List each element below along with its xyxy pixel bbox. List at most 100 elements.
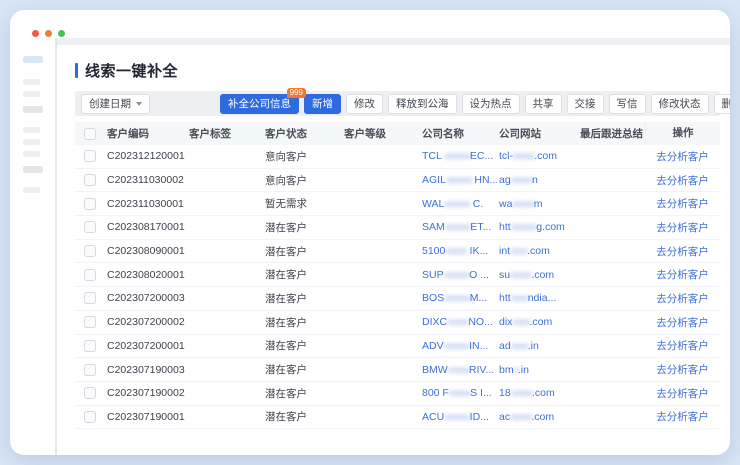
toolbar-button[interactable]: 共享 [525,94,562,114]
company-name-link[interactable]: BOSxxxxxxM... [420,292,497,304]
website-redacted: x [514,364,518,376]
complete-company-info-button[interactable]: 补全公司信息 999 [220,94,299,114]
row-checkbox[interactable] [84,364,96,376]
table-row: C202312120001 意向客户 TCL xxxxxxEC... tcl-x… [75,145,720,169]
company-website-link[interactable]: acxxxxx.com [497,411,578,423]
analyze-customer-link[interactable]: 去分析客户 [656,246,709,258]
toolbar-button[interactable]: 设为热点 [462,94,520,114]
row-checkbox[interactable] [84,340,96,352]
row-checkbox[interactable] [84,387,96,399]
company-website-link[interactable]: adxxxx.in [497,340,578,352]
company-name-tail: ID... [470,411,489,423]
content-top-strip [57,38,730,45]
company-name-link[interactable]: ADVxxxxxxIN... [420,340,497,352]
company-website-link[interactable]: 18xxxxx.com [497,387,578,399]
page-header: 线索一键补全 [75,60,720,80]
company-name-visible: 800 F [422,387,449,399]
customer-code-cell: C202307200003 [105,292,187,304]
analyze-customer-link[interactable]: 去分析客户 [656,317,709,329]
sidebar-item[interactable] [23,151,40,157]
analyze-customer-link[interactable]: 去分析客户 [656,269,709,281]
row-checkbox[interactable] [84,221,96,233]
company-website-link[interactable]: waxxxxxm [497,198,578,210]
company-name-link[interactable]: BMWxxxxxRIV... [420,364,497,376]
customer-status-cell: 潜在客户 [263,220,342,235]
sidebar-item[interactable] [23,187,40,193]
company-website-link[interactable]: intxxxx.com [497,245,578,257]
row-checkbox[interactable] [84,198,96,210]
company-name-link[interactable]: AGILxxxxxx HN... [420,174,497,186]
sidebar-item[interactable] [23,91,40,97]
company-name-redacted: xxxxxx [444,269,470,281]
row-checkbox[interactable] [84,292,96,304]
company-website-link[interactable]: dixxxxx.com [497,316,578,328]
sidebar-item[interactable] [23,79,40,85]
row-checkbox[interactable] [84,411,96,423]
company-name-visible: WAL [422,198,444,210]
toolbar-button[interactable]: 交接 [567,94,604,114]
row-checkbox[interactable] [84,174,96,186]
company-name-redacted: xxxxxx [444,340,470,352]
table-body: C202312120001 意向客户 TCL xxxxxxEC... tcl-x… [75,145,720,429]
company-website-link[interactable]: suxxxxx.com [497,269,578,281]
website-tail: n [532,174,538,186]
row-checkbox[interactable] [84,245,96,257]
company-website-link[interactable]: httxxxxndia... [497,292,578,304]
table-row: C202307200003 潜在客户 BOSxxxxxxM... httxxxx… [75,287,720,311]
analyze-customer-link[interactable]: 去分析客户 [656,388,709,400]
analyze-customer-link[interactable]: 去分析客户 [656,222,709,234]
company-name-link[interactable]: TCL xxxxxxEC... [420,150,497,162]
company-name-link[interactable]: SUPxxxxxxO ... [420,269,497,281]
website-redacted: xxxxx [513,150,534,162]
analyze-customer-link[interactable]: 去分析客户 [656,340,709,352]
toolbar-button[interactable]: 删除 [714,94,731,114]
company-name-link[interactable]: ACUxxxxxxID... [420,411,497,423]
website-visible: bm [499,364,514,376]
analyze-customer-link[interactable]: 去分析客户 [656,151,709,163]
company-name-link[interactable]: 800 FxxxxxS I... [420,387,497,399]
sidebar-item[interactable] [23,139,40,145]
website-redacted: xxxxx [510,269,531,281]
column-header-action: 操作 [645,122,720,145]
table-row: C202311030002 意向客户 AGILxxxxxx HN... agxx… [75,169,720,193]
row-checkbox[interactable] [84,150,96,162]
website-tail: .com [531,269,554,281]
customer-status-cell: 潜在客户 [263,291,342,306]
company-name-link[interactable]: SAMxxxxxxET... [420,221,497,233]
customer-code-cell: C202307190001 [105,411,187,423]
analyze-customer-link[interactable]: 去分析客户 [656,364,709,376]
analyze-customer-link[interactable]: 去分析客户 [656,293,709,305]
row-checkbox[interactable] [84,269,96,281]
add-button[interactable]: 新增 [304,94,341,114]
row-checkbox[interactable] [84,316,96,328]
toolbar-button[interactable]: 修改状态 [651,94,709,114]
company-website-link[interactable]: bmx.in [497,364,578,376]
company-website-link[interactable]: agxxxxxn [497,174,578,186]
website-tail: m [534,198,543,210]
column-header-customer-status: 客户状态 [263,126,342,141]
company-name-link[interactable]: WALxxxxxx C. [420,198,497,210]
company-name-link[interactable]: DIXCxxxxxNO... [420,316,497,328]
analyze-customer-link[interactable]: 去分析客户 [656,198,709,210]
sidebar-item-active[interactable] [23,56,43,63]
close-window-button[interactable] [32,30,39,37]
select-all-checkbox[interactable] [84,128,96,140]
website-tail: .com [532,387,555,399]
analyze-customer-link[interactable]: 去分析客户 [656,175,709,187]
toolbar-button[interactable]: 写信 [609,94,646,114]
company-name-link[interactable]: 5100xxxxx IK... [420,245,497,257]
company-website-link[interactable]: httxxxxxxg.com [497,221,578,233]
sidebar-section[interactable] [23,166,43,173]
toolbar-button[interactable]: 修改 [346,94,383,114]
company-website-link[interactable]: tcl-xxxxx.com [497,150,578,162]
company-name-visible: ADV [422,340,444,352]
toolbar-button[interactable]: 释放到公海 [388,94,457,114]
website-visible: 18 [499,387,511,399]
analyze-customer-link[interactable]: 去分析客户 [656,411,709,423]
sidebar-item[interactable] [23,127,40,133]
company-name-redacted: xxxxxx [444,292,470,304]
sidebar-section[interactable] [23,106,43,113]
minimize-window-button[interactable] [45,30,52,37]
maximize-window-button[interactable] [58,30,65,37]
creation-date-filter[interactable]: 创建日期 [81,94,150,114]
